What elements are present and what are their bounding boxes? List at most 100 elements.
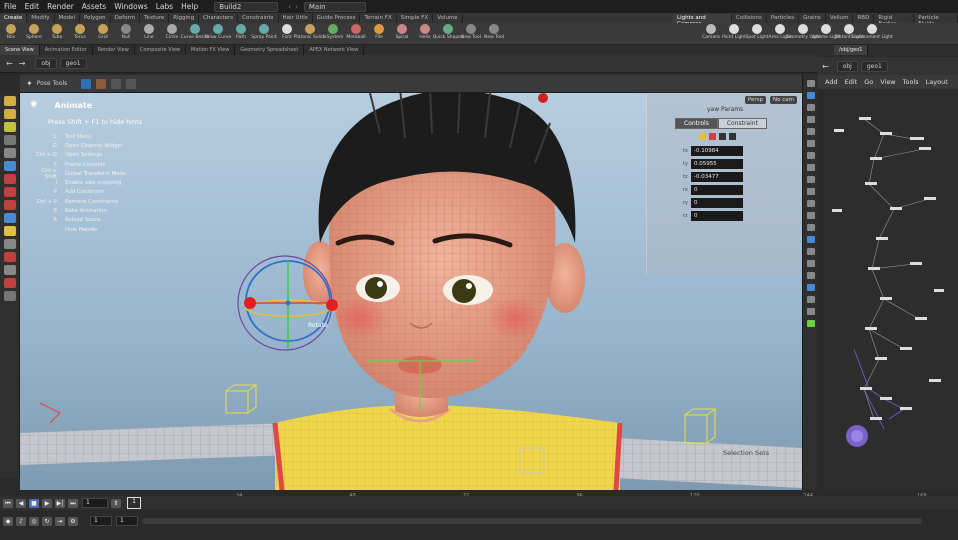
move-tool-icon[interactable] <box>4 109 16 119</box>
handle-icon[interactable] <box>111 78 122 89</box>
shelf-tab[interactable]: Grains <box>799 14 826 23</box>
display-option-icon[interactable] <box>807 92 815 99</box>
path-obj[interactable]: obj <box>35 58 57 69</box>
shelf-tool-button[interactable]: Spot Light <box>746 23 768 44</box>
shelf-tab[interactable]: Deform <box>111 14 141 23</box>
display-option-icon[interactable] <box>807 236 815 243</box>
shelf-tool-button[interactable]: Sphere <box>23 23 45 44</box>
menu-file[interactable]: File <box>4 2 17 11</box>
chevron-left-icon[interactable]: ‹ <box>288 3 291 11</box>
desktop-select[interactable]: Build2 <box>214 1 279 12</box>
shelf-tool-button[interactable]: Circle <box>161 23 183 44</box>
camera-tool-icon[interactable] <box>4 265 16 275</box>
start-frame-field[interactable]: 1 <box>90 516 112 526</box>
param-value-field[interactable]: 0 <box>691 197 743 208</box>
pane-tab[interactable]: Animation Editor <box>40 45 93 55</box>
display-option-icon[interactable] <box>807 320 815 327</box>
shelf-tool-button[interactable]: Path <box>230 23 252 44</box>
network-menu-item[interactable]: Tools <box>903 78 919 86</box>
param-value-field[interactable]: -0.03477 <box>691 171 743 182</box>
red-dot-icon[interactable] <box>4 200 16 210</box>
shelf-tab[interactable]: Polygon <box>80 14 111 23</box>
shelf-tool-button[interactable]: Font <box>276 23 298 44</box>
end-frame-field[interactable]: 1 <box>116 516 138 526</box>
shelf-tool-button[interactable]: Draw Curve <box>205 23 231 44</box>
record-icon[interactable] <box>4 174 16 184</box>
shelf-tab[interactable]: Guide Process <box>313 14 361 23</box>
menu-assets[interactable]: Assets <box>82 2 106 11</box>
go-to-end-icon[interactable]: ⏭ <box>68 498 78 508</box>
shelf-tool-button[interactable]: Curve Bezier <box>181 23 209 44</box>
shelf-tool-button[interactable]: Quick Shapes <box>433 23 463 44</box>
display-option-icon[interactable] <box>807 284 815 291</box>
network-menu-item[interactable]: Layout <box>926 78 948 86</box>
shelf-tool-button[interactable]: File <box>368 23 390 44</box>
shelf-tool-button[interactable]: Volume Light <box>811 23 841 44</box>
display-option-icon[interactable] <box>807 296 815 303</box>
key-options-icon[interactable]: ◆ <box>3 516 13 526</box>
display-option-icon[interactable] <box>807 212 815 219</box>
pane-tab[interactable]: Composite View <box>135 45 186 55</box>
lock-icon[interactable] <box>4 161 16 171</box>
current-frame-field[interactable]: 1 <box>82 498 108 508</box>
tab-network[interactable]: /obj/geo1 <box>834 45 869 55</box>
shelf-tool-button[interactable]: Area Light <box>768 23 792 44</box>
shelf-tab[interactable]: Vellum <box>826 14 854 23</box>
tab-controls[interactable]: Controls <box>675 118 718 129</box>
shelf-tool-button[interactable]: Point Light <box>722 23 746 44</box>
param-value-field[interactable]: -0.10984 <box>691 145 743 156</box>
shelf-tab[interactable]: Lights and Cameras <box>673 14 732 27</box>
menu-edit[interactable]: Edit <box>25 2 40 11</box>
key-icon[interactable] <box>4 187 16 197</box>
extra-tool-icon[interactable] <box>4 291 16 301</box>
back-arrow-icon[interactable]: ← <box>822 62 829 71</box>
shelf-tool-button[interactable]: Spiral <box>391 23 413 44</box>
pose-mode-icon[interactable] <box>96 78 107 89</box>
scene-select[interactable]: Main <box>303 1 366 12</box>
network-menu-item[interactable]: Edit <box>845 78 858 86</box>
selection-sets-label[interactable]: Selection Sets <box>723 449 770 457</box>
network-menu-item[interactable]: Go <box>864 78 873 86</box>
display-option-icon[interactable] <box>807 152 815 159</box>
magnet-icon[interactable] <box>4 239 16 249</box>
orbit-icon[interactable] <box>4 252 16 262</box>
param-value-field[interactable]: 0.05955 <box>691 158 743 169</box>
select-mode-icon[interactable] <box>81 78 92 89</box>
key-icon[interactable] <box>699 133 706 140</box>
pane-tab[interactable]: APEX Network View <box>304 45 365 55</box>
display-option-icon[interactable] <box>807 308 815 315</box>
shelf-tab[interactable]: Characters <box>199 14 239 23</box>
shelf-tool-button[interactable]: L-System <box>322 23 344 44</box>
forward-arrow-icon[interactable]: → <box>19 59 26 68</box>
play-icon[interactable]: ▶ <box>42 498 52 508</box>
paint-tool-icon[interactable] <box>4 226 16 236</box>
shelf-tool-button[interactable]: Null <box>115 23 137 44</box>
audio-icon[interactable]: ♪ <box>16 516 26 526</box>
net-path-geo1[interactable]: geo1 <box>860 60 888 72</box>
select-tool-icon[interactable] <box>4 96 16 106</box>
shelf-tab[interactable]: Simple FX <box>397 14 434 23</box>
shelf-tool-button[interactable]: Torus <box>69 23 91 44</box>
menu-render[interactable]: Render <box>47 2 74 11</box>
display-option-icon[interactable] <box>807 188 815 195</box>
frame-marker[interactable]: 1 <box>127 497 141 509</box>
shelf-tool-button[interactable]: Platonic Solids <box>294 23 326 44</box>
settings-icon[interactable]: ⚙ <box>68 516 78 526</box>
path-geo1[interactable]: geo1 <box>59 58 87 69</box>
shelf-tab[interactable]: Collisions <box>732 14 767 23</box>
rotate-tool-icon[interactable] <box>4 122 16 132</box>
net-path-obj[interactable]: obj <box>836 60 858 72</box>
shelf-tool-button[interactable]: Distant Light <box>835 23 863 44</box>
snap-icon[interactable] <box>126 78 137 89</box>
stop-icon[interactable]: ■ <box>29 498 39 508</box>
param-value-field[interactable]: 0 <box>691 210 743 221</box>
shelf-tab[interactable]: Constraints <box>238 14 279 23</box>
back-arrow-icon[interactable]: ← <box>6 59 13 68</box>
shelf-tab[interactable]: Rigid Bodies <box>874 14 915 27</box>
shelf-tool-button[interactable]: Geometry Light <box>785 23 821 44</box>
shelf-tool-button[interactable]: New Tool <box>460 23 482 44</box>
menu-help[interactable]: Help <box>181 2 198 11</box>
shelf-tool-button[interactable]: New Tool <box>483 23 505 44</box>
display-option-icon[interactable] <box>807 140 815 147</box>
shelf-tool-button[interactable]: Environment Light <box>851 23 893 44</box>
